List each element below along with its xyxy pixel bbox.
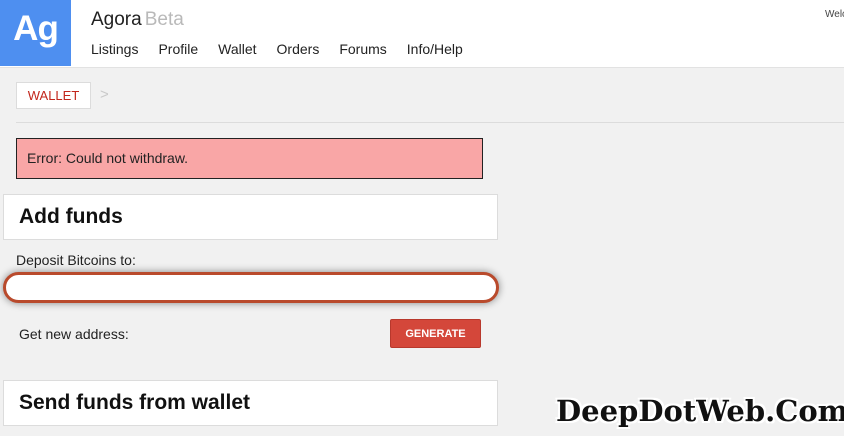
site-title: Agora Beta: [91, 9, 184, 31]
nav-orders[interactable]: Orders: [277, 41, 320, 57]
nav-forums[interactable]: Forums: [339, 41, 386, 57]
deposit-address-field[interactable]: [3, 272, 499, 303]
breadcrumb-separator: >: [100, 86, 109, 103]
send-funds-panel: Send funds from wallet: [3, 380, 498, 426]
add-funds-title: Add funds: [19, 205, 123, 228]
send-funds-title: Send funds from wallet: [19, 391, 251, 414]
main-nav: Listings Profile Wallet Orders Forums In…: [91, 41, 483, 57]
get-new-address-label: Get new address:: [19, 326, 129, 342]
welcome-text: Welcome: [825, 9, 844, 20]
nav-listings[interactable]: Listings: [91, 41, 138, 57]
add-funds-panel: Add funds: [3, 194, 498, 240]
top-header: Ag AgoraBeta Welcome Listings Profile Wa…: [0, 0, 844, 68]
generate-button[interactable]: GENERATE: [390, 319, 481, 348]
nav-profile[interactable]: Profile: [158, 41, 198, 57]
watermark: DeepDotWeb.Com: [556, 394, 844, 428]
nav-info-help[interactable]: Info/Help: [407, 41, 463, 57]
error-message: Error: Could not withdraw.: [16, 138, 483, 179]
logo[interactable]: Ag: [0, 0, 71, 66]
nav-wallet[interactable]: Wallet: [218, 41, 256, 57]
breadcrumb-divider: [16, 122, 844, 123]
beta-label: Beta: [144, 9, 184, 30]
breadcrumb-wallet[interactable]: WALLET: [16, 82, 91, 109]
site-name: Agora: [91, 9, 142, 30]
deposit-label: Deposit Bitcoins to:: [16, 252, 136, 268]
